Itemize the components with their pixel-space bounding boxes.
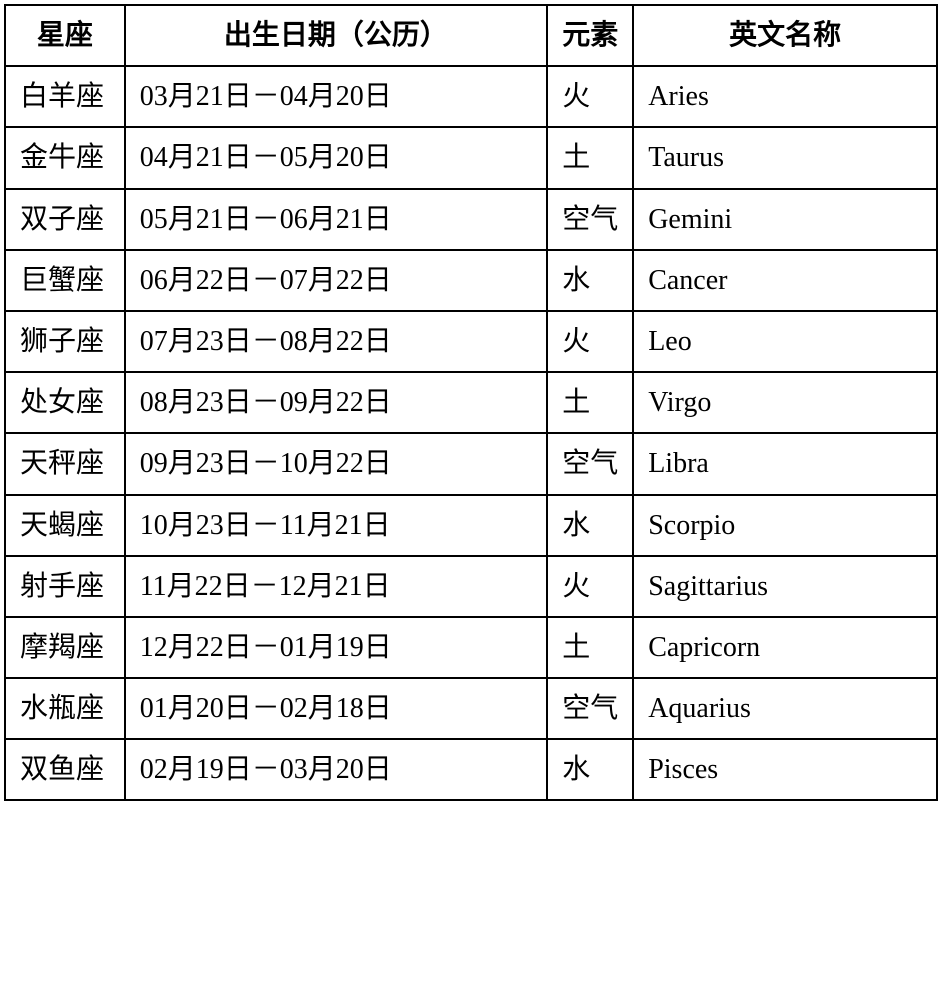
cell-element: 水 xyxy=(547,739,633,800)
cell-sign: 摩羯座 xyxy=(5,617,125,678)
cell-date: 08月23日－09月22日 xyxy=(125,372,548,433)
table-row: 双鱼座02月19日－03月20日水Pisces xyxy=(5,739,937,800)
cell-date: 09月23日－10月22日 xyxy=(125,433,548,494)
cell-element: 火 xyxy=(547,556,633,617)
cell-english: Leo xyxy=(633,311,937,372)
table-row: 摩羯座12月22日－01月19日土Capricorn xyxy=(5,617,937,678)
cell-date: 06月22日－07月22日 xyxy=(125,250,548,311)
cell-element: 空气 xyxy=(547,433,633,494)
cell-english: Sagittarius xyxy=(633,556,937,617)
table-row: 巨蟹座06月22日－07月22日水Cancer xyxy=(5,250,937,311)
table-row: 天秤座09月23日－10月22日空气Libra xyxy=(5,433,937,494)
cell-date: 03月21日－04月20日 xyxy=(125,66,548,127)
cell-date: 10月23日－11月21日 xyxy=(125,495,548,556)
cell-sign: 巨蟹座 xyxy=(5,250,125,311)
cell-date: 07月23日－08月22日 xyxy=(125,311,548,372)
cell-english: Cancer xyxy=(633,250,937,311)
cell-element: 土 xyxy=(547,617,633,678)
table-row: 金牛座04月21日－05月20日土Taurus xyxy=(5,127,937,188)
cell-english: Virgo xyxy=(633,372,937,433)
header-date: 出生日期（公历） xyxy=(125,5,548,66)
cell-element: 火 xyxy=(547,66,633,127)
cell-english: Gemini xyxy=(633,189,937,250)
cell-sign: 双鱼座 xyxy=(5,739,125,800)
cell-element: 火 xyxy=(547,311,633,372)
cell-english: Pisces xyxy=(633,739,937,800)
zodiac-table: 星座 出生日期（公历） 元素 英文名称 白羊座03月21日－04月20日火Ari… xyxy=(4,4,938,801)
table-row: 水瓶座01月20日－02月18日空气Aquarius xyxy=(5,678,937,739)
cell-sign: 天秤座 xyxy=(5,433,125,494)
cell-sign: 狮子座 xyxy=(5,311,125,372)
cell-date: 04月21日－05月20日 xyxy=(125,127,548,188)
header-sign: 星座 xyxy=(5,5,125,66)
table-row: 射手座11月22日－12月21日火Sagittarius xyxy=(5,556,937,617)
cell-english: Aquarius xyxy=(633,678,937,739)
cell-sign: 处女座 xyxy=(5,372,125,433)
cell-sign: 白羊座 xyxy=(5,66,125,127)
table-row: 天蝎座10月23日－11月21日水Scorpio xyxy=(5,495,937,556)
cell-sign: 射手座 xyxy=(5,556,125,617)
cell-date: 01月20日－02月18日 xyxy=(125,678,548,739)
cell-english: Libra xyxy=(633,433,937,494)
cell-sign: 水瓶座 xyxy=(5,678,125,739)
cell-english: Scorpio xyxy=(633,495,937,556)
cell-sign: 天蝎座 xyxy=(5,495,125,556)
cell-element: 空气 xyxy=(547,678,633,739)
table-row: 处女座08月23日－09月22日土Virgo xyxy=(5,372,937,433)
cell-element: 空气 xyxy=(547,189,633,250)
cell-english: Capricorn xyxy=(633,617,937,678)
cell-sign: 金牛座 xyxy=(5,127,125,188)
table-row: 狮子座07月23日－08月22日火Leo xyxy=(5,311,937,372)
header-element: 元素 xyxy=(547,5,633,66)
table-row: 白羊座03月21日－04月20日火Aries xyxy=(5,66,937,127)
cell-date: 05月21日－06月21日 xyxy=(125,189,548,250)
cell-english: Taurus xyxy=(633,127,937,188)
cell-date: 11月22日－12月21日 xyxy=(125,556,548,617)
cell-element: 土 xyxy=(547,372,633,433)
cell-element: 水 xyxy=(547,250,633,311)
cell-date: 02月19日－03月20日 xyxy=(125,739,548,800)
cell-element: 土 xyxy=(547,127,633,188)
cell-date: 12月22日－01月19日 xyxy=(125,617,548,678)
table-row: 双子座05月21日－06月21日空气Gemini xyxy=(5,189,937,250)
header-english: 英文名称 xyxy=(633,5,937,66)
cell-english: Aries xyxy=(633,66,937,127)
cell-sign: 双子座 xyxy=(5,189,125,250)
header-row: 星座 出生日期（公历） 元素 英文名称 xyxy=(5,5,937,66)
cell-element: 水 xyxy=(547,495,633,556)
zodiac-table-container: 星座 出生日期（公历） 元素 英文名称 白羊座03月21日－04月20日火Ari… xyxy=(0,0,942,805)
